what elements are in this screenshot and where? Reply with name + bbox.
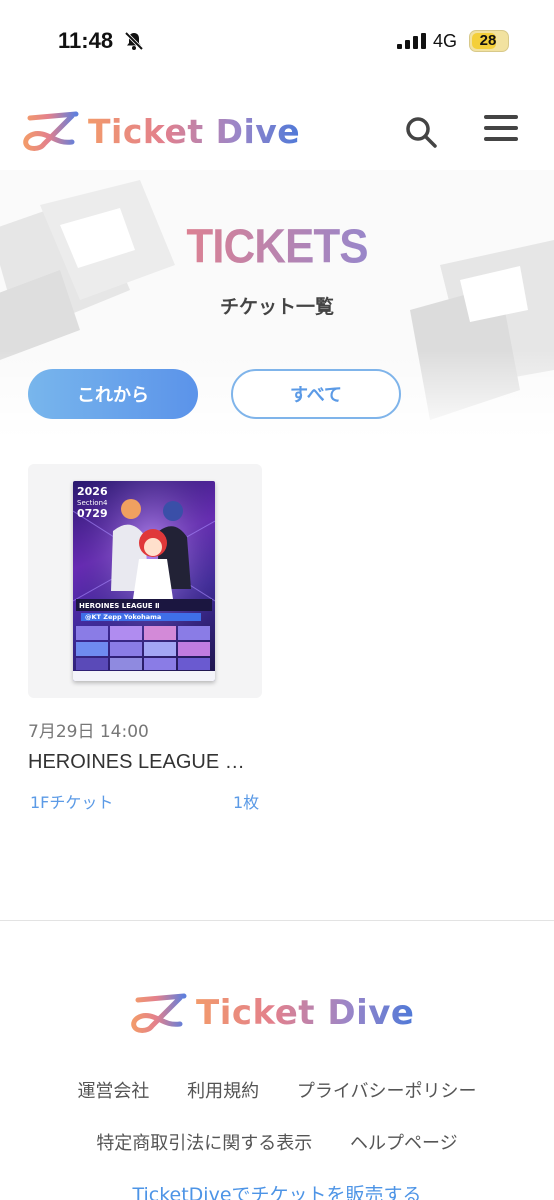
footer-links-row-1: 運営会社 利用規約 プライバシーポリシー	[0, 1077, 554, 1103]
ticket-title[interactable]: HEROINES LEAGUE …	[28, 751, 262, 774]
network-type: 4G	[433, 31, 458, 51]
event-poster-image: 2026 Section4 0729 HEROINES LEAGUE Ⅱ @KT…	[73, 481, 215, 681]
site-logo[interactable]: Ticket Dive	[22, 105, 300, 157]
footer-link-help[interactable]: ヘルプページ	[350, 1133, 458, 1154]
footer-link-sell-tickets[interactable]: TicketDiveでチケットを販売する	[0, 1180, 554, 1200]
status-bar: 11:48 4G 28	[0, 0, 554, 80]
filter-upcoming-button[interactable]: これから	[28, 369, 198, 419]
footer-link-privacy[interactable]: プライバシーポリシー	[297, 1081, 477, 1102]
poster-year: 2026	[77, 485, 108, 498]
page-subtitle: チケット一覧	[219, 296, 334, 318]
search-icon[interactable]	[404, 115, 438, 149]
bell-slash-icon	[124, 31, 144, 51]
ticket-card[interactable]: 2026 Section4 0729 HEROINES LEAGUE Ⅱ @KT…	[28, 464, 262, 814]
poster-section: Section4	[77, 499, 108, 507]
battery-level: 28	[479, 32, 497, 49]
ticket-dive-logo-icon	[23, 111, 79, 151]
ticket-type: 1Fチケット	[30, 793, 114, 812]
footer-brand-name: Ticket Dive	[196, 993, 415, 1033]
site-header: Ticket Dive	[0, 95, 554, 170]
signal-icon	[397, 33, 426, 49]
footer-link-terms[interactable]: 利用規約	[187, 1081, 259, 1102]
poster-event: HEROINES LEAGUE Ⅱ	[79, 602, 160, 610]
battery-icon: 28	[469, 30, 509, 52]
poster-venue: @KT Zepp Yokohama	[85, 613, 161, 621]
footer-logo[interactable]: Ticket Dive	[130, 985, 414, 1041]
poster-date: 0729	[77, 507, 108, 520]
status-time: 11:48	[58, 28, 114, 53]
poster-artwork: 2026 Section4 0729 HEROINES LEAGUE Ⅱ @KT…	[73, 481, 215, 681]
footer-link-company[interactable]: 運営会社	[77, 1081, 149, 1102]
ticket-thumbnail[interactable]: 2026 Section4 0729 HEROINES LEAGUE Ⅱ @KT…	[28, 464, 262, 698]
brand-name: Ticket Dive	[88, 111, 301, 151]
footer-link-commerce-law[interactable]: 特定商取引法に関する表示	[96, 1133, 312, 1154]
ticket-date: 7月29日 14:00	[28, 722, 149, 742]
footer-links-row-2: 特定商取引法に関する表示 ヘルプページ	[0, 1129, 554, 1155]
filter-all-button[interactable]: すべて	[231, 369, 401, 419]
ticket-quantity: 1枚	[233, 793, 260, 812]
ticket-dive-logo-icon	[131, 993, 187, 1033]
footer-divider	[0, 920, 554, 921]
hamburger-menu-icon[interactable]	[484, 115, 518, 147]
page-title: TICKETS	[0, 220, 554, 275]
